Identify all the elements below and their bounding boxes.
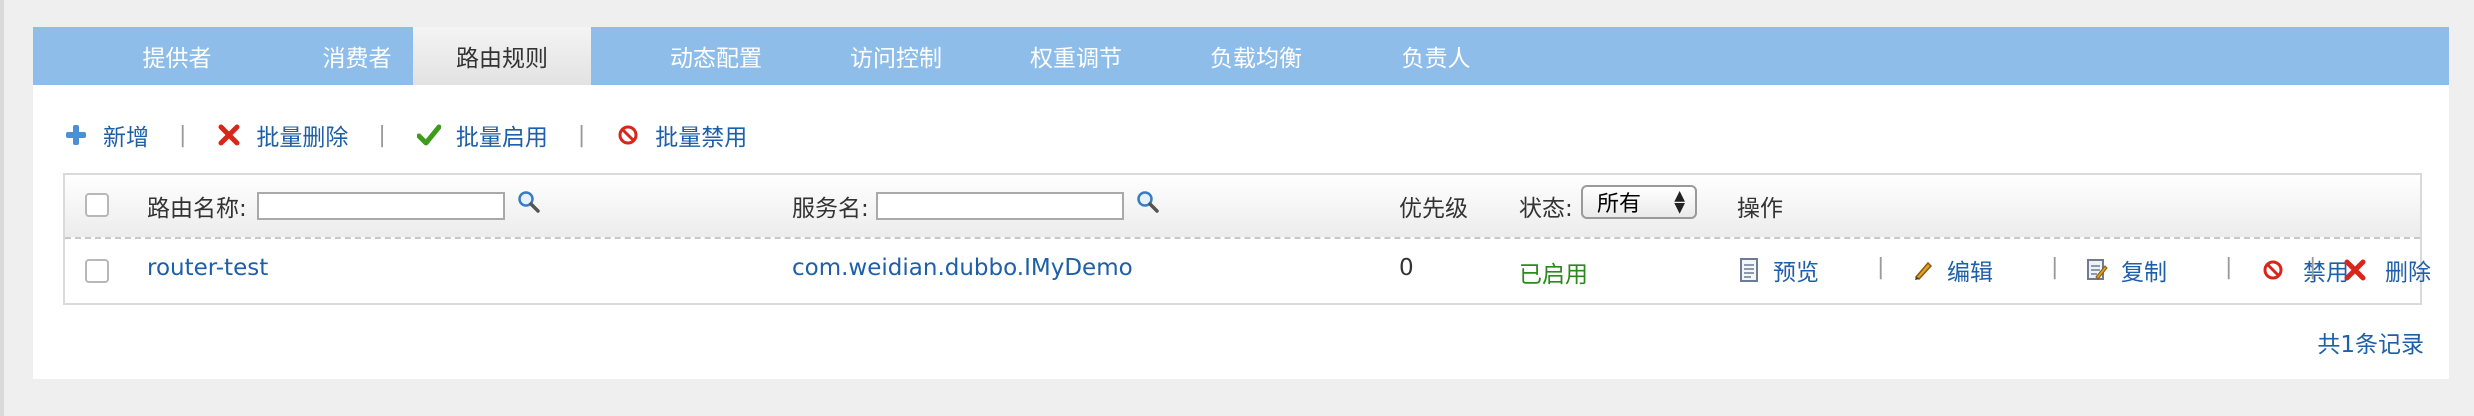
ban-icon	[2261, 258, 2285, 282]
ban-icon	[615, 122, 641, 148]
batch-disable-label: 批量禁用	[655, 125, 748, 151]
action-separator: |	[2309, 255, 2317, 280]
batch-delete-button[interactable]: 批量删除	[216, 118, 348, 152]
toolbar-separator: |	[577, 122, 586, 148]
check-icon	[416, 122, 442, 148]
edit-label: 编辑	[1947, 260, 1993, 286]
batch-enable-button[interactable]: 批量启用	[416, 118, 548, 152]
tab-providers[interactable]: 提供者	[88, 27, 266, 85]
row-checkbox[interactable]	[85, 259, 109, 283]
service-name-link[interactable]: com.weidian.dubbo.IMyDemo	[792, 255, 1133, 281]
toolbar-separator: |	[378, 122, 386, 148]
select-arrows-icon: ▲ ▼	[1674, 188, 1685, 216]
operations-header: 操作	[1737, 196, 1783, 222]
select-all-checkbox[interactable]	[85, 193, 109, 217]
tab-owners[interactable]: 负责人	[1347, 27, 1525, 85]
tab-routes[interactable]: 路由规则	[413, 27, 591, 85]
edit-button[interactable]: 编辑	[1911, 253, 1993, 287]
toolbar-separator: |	[179, 122, 187, 148]
copy-label: 复制	[2121, 260, 2167, 286]
status-label: 状态:	[1519, 196, 1573, 222]
batch-enable-label: 批量启用	[455, 125, 548, 151]
cross-icon	[2343, 258, 2367, 282]
add-button[interactable]: 新增	[63, 118, 149, 152]
delete-button[interactable]: 删除	[2343, 253, 2431, 287]
action-separator: |	[2051, 255, 2059, 280]
route-name-label: 路由名称:	[147, 196, 247, 222]
delete-label: 删除	[2385, 260, 2431, 286]
preview-label: 预览	[1773, 260, 1819, 286]
service-name-filter-input[interactable]	[876, 192, 1124, 220]
tab-load-balance[interactable]: 负载均衡	[1167, 27, 1345, 85]
batch-delete-label: 批量删除	[256, 125, 349, 151]
tab-weights[interactable]: 权重调节	[987, 27, 1165, 85]
toolbar: 新增 | 批量删除 | 批量启用 | 批量禁用	[63, 115, 747, 155]
service-name-label: 服务名:	[792, 196, 869, 222]
tab-dynamic-config[interactable]: 动态配置	[627, 27, 805, 85]
page-left-border	[0, 0, 4, 416]
copy-button[interactable]: 复制	[2085, 253, 2167, 287]
copy-icon	[2085, 258, 2109, 282]
status-select[interactable]: 所有 ▲ ▼	[1581, 185, 1697, 219]
main-panel: 新增 | 批量删除 | 批量启用 | 批量禁用 路由名称: 服务名: 优先级 状…	[33, 85, 2449, 379]
search-icon[interactable]	[516, 189, 542, 215]
pencil-icon	[1911, 258, 1935, 282]
action-separator: |	[1877, 255, 1885, 280]
table-header: 路由名称: 服务名: 优先级 状态: 所有 ▲ ▼ 操作	[65, 175, 2420, 239]
add-label: 新增	[103, 125, 149, 151]
search-icon[interactable]	[1135, 189, 1161, 215]
cross-icon	[216, 122, 242, 148]
preview-button[interactable]: 预览	[1737, 253, 1819, 287]
total-records: 共1条记录	[2317, 332, 2424, 358]
status-select-value: 所有	[1597, 192, 1642, 217]
priority-header: 优先级	[1399, 196, 1468, 222]
plus-icon	[63, 122, 89, 148]
action-separator: |	[2225, 255, 2233, 280]
disable-button[interactable]: 禁用	[2261, 253, 2349, 287]
priority-value: 0	[1399, 255, 1414, 281]
tab-access-control[interactable]: 访问控制	[807, 27, 985, 85]
route-table: 路由名称: 服务名: 优先级 状态: 所有 ▲ ▼ 操作 router-test …	[63, 173, 2431, 305]
tab-bar: 提供者 消费者 路由规则 动态配置 访问控制 权重调节 负载均衡 负责人	[33, 27, 2449, 85]
batch-disable-button[interactable]: 批量禁用	[615, 118, 747, 152]
route-name-filter-input[interactable]	[257, 192, 505, 220]
route-name-link[interactable]: router-test	[147, 255, 268, 281]
document-icon	[1737, 258, 1761, 282]
status-value: 已启用	[1519, 262, 1588, 288]
